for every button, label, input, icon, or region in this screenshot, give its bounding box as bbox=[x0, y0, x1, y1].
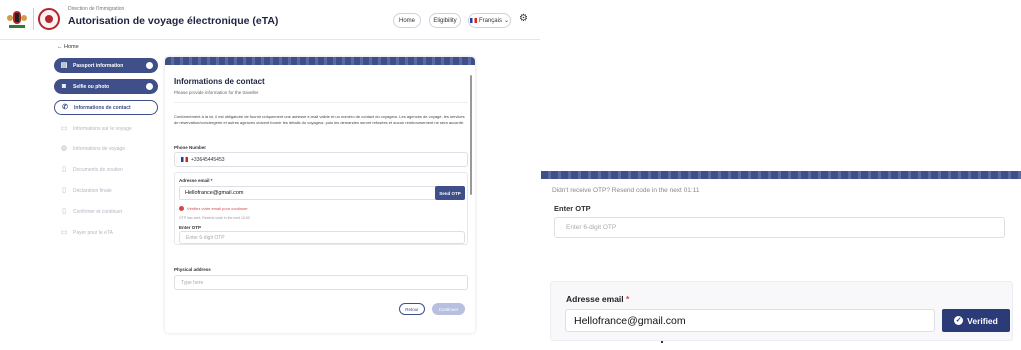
sidebar-step-confirm[interactable]: ▯ Confirmer et continuer bbox=[54, 204, 158, 219]
step-label: Informations de contact bbox=[74, 104, 131, 111]
sidebar-step-travel-info[interactable]: ▭ Informations sur le voyage bbox=[54, 121, 158, 136]
error-text: Vérifiez votre email pour continuer bbox=[187, 206, 248, 211]
verify-error: Vérifiez votre email pour continuer bbox=[179, 206, 248, 211]
sidebar-step-voyage[interactable]: ◍ Informations de voyage bbox=[54, 141, 158, 156]
phone-label: Phone Number bbox=[174, 145, 207, 150]
main-screenshot: Direction de l'Immigration Autorisation … bbox=[0, 0, 540, 350]
otp-input[interactable]: Enter 6-digit OTP bbox=[554, 217, 1005, 238]
language-label: Français bbox=[478, 17, 502, 24]
confirm-icon: ▯ bbox=[62, 207, 66, 215]
france-flag-icon bbox=[469, 18, 477, 23]
back-label: Home bbox=[64, 44, 79, 50]
logo-divider bbox=[33, 8, 34, 30]
sidebar-step-documents[interactable]: ▯ Documents de soutien bbox=[54, 162, 158, 177]
email-label: Adresse email * bbox=[179, 178, 213, 183]
app-title: Autorisation de voyage électronique (eTA… bbox=[68, 15, 279, 27]
required-marker: * bbox=[626, 294, 630, 304]
sidebar-step-contact[interactable]: ✆ Informations de contact bbox=[54, 100, 158, 115]
phone-icon: ✆ bbox=[62, 103, 68, 111]
email-label: Adresse email * bbox=[566, 294, 629, 304]
phone-input[interactable]: +33645445453 bbox=[174, 152, 468, 167]
divider bbox=[174, 102, 468, 103]
step-label: Informations sur le voyage bbox=[73, 125, 132, 132]
document-icon: ▯ bbox=[62, 165, 66, 173]
send-otp-button[interactable]: Send OTP bbox=[435, 186, 465, 200]
passport-icon: ▤ bbox=[60, 61, 68, 69]
error-icon bbox=[179, 206, 184, 211]
otp-info: OTP has sent. Resend code in the next 10… bbox=[179, 216, 250, 220]
sidebar-step-passport[interactable]: ▤ Passport information bbox=[54, 58, 158, 73]
step-label: Déclaration finale bbox=[73, 187, 112, 194]
address-label: Physical address bbox=[174, 267, 211, 272]
kenya-coat-of-arms-logo bbox=[7, 11, 27, 28]
step-label: Passport information bbox=[73, 62, 124, 69]
sidebar-step-payment[interactable]: ▭ Payer pour le eTA bbox=[54, 225, 158, 240]
form-title: Informations de contact bbox=[174, 77, 265, 86]
verified-button[interactable]: ✓ Verified bbox=[942, 309, 1010, 332]
legal-notice: Conformément à la loi, il est obligatoir… bbox=[174, 114, 465, 125]
camera-icon: ◙ bbox=[61, 82, 67, 90]
immigration-logo bbox=[38, 8, 60, 30]
france-flag-icon bbox=[181, 157, 188, 162]
otp-label: Enter OTP bbox=[179, 225, 202, 230]
suitcase-icon: ▭ bbox=[60, 124, 68, 132]
otp-input[interactable]: Enter 6-digit OTP bbox=[179, 231, 465, 244]
globe-icon: ◍ bbox=[60, 144, 68, 152]
decorative-stripe bbox=[541, 171, 1021, 179]
zoomed-otp-panel: Didn't receive OTP? Resend code in the n… bbox=[541, 171, 1021, 245]
nav-home-button[interactable]: Home bbox=[393, 13, 421, 28]
department-name: Direction de l'Immigration bbox=[68, 6, 125, 12]
email-input[interactable]: Hellofrance@gmail.com bbox=[179, 186, 436, 200]
scrollbar[interactable] bbox=[470, 75, 472, 195]
sidebar-step-selfie[interactable]: ◙ Selfie ou photo bbox=[54, 79, 158, 94]
phone-value: +33645445453 bbox=[191, 156, 225, 163]
step-label: Informations de voyage bbox=[73, 145, 125, 152]
contact-form-card: Informations de contact Please provide i… bbox=[165, 57, 475, 333]
declaration-icon: ▯ bbox=[62, 186, 66, 194]
resend-otp-text: Didn't receive OTP? Resend code in the n… bbox=[552, 187, 700, 194]
email-label-text: Adresse email bbox=[566, 294, 624, 304]
continue-button[interactable]: Continuer bbox=[432, 303, 465, 315]
check-circle-icon: ✓ bbox=[954, 316, 964, 325]
address-input[interactable]: Type here bbox=[174, 275, 468, 290]
chevron-down-icon: ⌄ bbox=[503, 18, 510, 24]
step-label: Confirmer et continuer bbox=[73, 208, 123, 215]
top-navbar: Direction de l'Immigration Autorisation … bbox=[0, 0, 540, 40]
arrow-left-icon: ← bbox=[57, 44, 63, 50]
nav-eligibility-button[interactable]: Eligibility bbox=[429, 13, 461, 28]
otp-label: Enter OTP bbox=[554, 204, 591, 213]
payment-icon: ▭ bbox=[60, 228, 68, 236]
language-select[interactable]: Français ⌄ bbox=[468, 13, 511, 28]
back-link[interactable]: ← Home bbox=[57, 44, 79, 50]
email-section: Adresse email * Hellofrance@gmail.com Se… bbox=[174, 172, 468, 245]
sidebar-step-declaration[interactable]: ▯ Déclaration finale bbox=[54, 183, 158, 198]
check-icon bbox=[146, 62, 153, 69]
mouse-cursor bbox=[661, 341, 663, 343]
decorative-stripe bbox=[165, 57, 475, 65]
email-input[interactable]: Hellofrance@gmail.com bbox=[565, 309, 935, 332]
step-label: Documents de soutien bbox=[73, 166, 123, 173]
gear-icon[interactable]: ⚙ bbox=[519, 13, 528, 24]
verified-label: Verified bbox=[967, 315, 998, 326]
check-icon bbox=[146, 83, 153, 90]
back-button[interactable]: Retour bbox=[399, 303, 425, 315]
step-label: Payer pour le eTA bbox=[73, 229, 113, 236]
zoomed-email-panel: Adresse email * Hellofrance@gmail.com ✓ … bbox=[550, 281, 1013, 341]
form-subtitle: Please provide information for the trave… bbox=[174, 90, 259, 95]
step-label: Selfie ou photo bbox=[73, 83, 110, 90]
